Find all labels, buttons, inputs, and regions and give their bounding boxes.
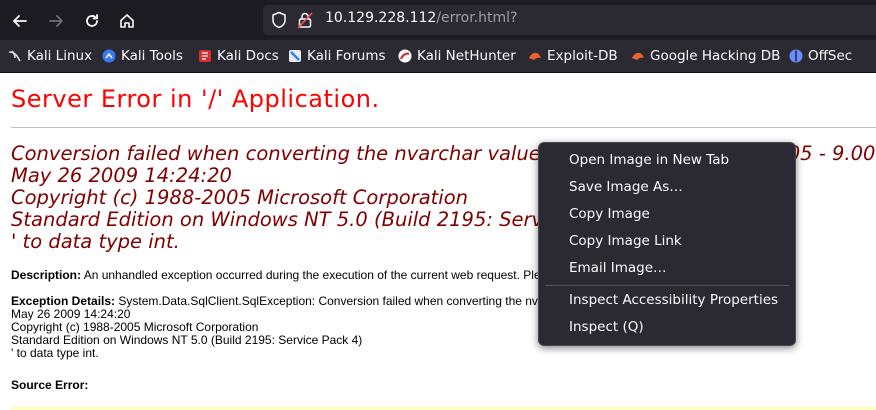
reload-button[interactable] — [80, 9, 104, 33]
bookmarks-toolbar: Kali Linux Kali Tools Kali Docs Kali For… — [0, 40, 876, 73]
menu-item-save-image-as[interactable]: Save Image As… — [569, 179, 683, 195]
ghdb-icon — [631, 49, 645, 63]
menu-item-inspect-accessibility[interactable]: Inspect Accessibility Properties — [569, 292, 778, 308]
bookmark-kali-nethunter[interactable]: Kali NetHunter — [398, 47, 516, 65]
url-host: 10.129.228.112 — [325, 10, 437, 26]
bookmark-label: OffSec — [808, 48, 853, 64]
offsec-icon — [789, 49, 803, 63]
divider — [11, 127, 876, 128]
bookmark-exploit-db[interactable]: Exploit-DB — [528, 47, 618, 65]
menu-separator — [545, 285, 789, 286]
bookmark-kali-docs[interactable]: Kali Docs — [198, 47, 279, 65]
forward-button[interactable] — [44, 9, 68, 33]
kali-tools-icon — [102, 49, 116, 63]
url-text[interactable]: 10.129.228.112/error.html? — [325, 10, 517, 26]
browser-toolbar: 10.129.228.112/error.html? — [0, 0, 876, 40]
bookmark-label: Exploit-DB — [547, 48, 618, 64]
bookmark-kali-tools[interactable]: Kali Tools — [102, 47, 183, 65]
reload-icon — [86, 14, 98, 27]
exploit-db-icon — [528, 49, 542, 63]
source-error-heading: Source Error: — [11, 378, 88, 392]
menu-item-inspect[interactable]: Inspect (Q) — [569, 319, 644, 335]
url-path: /error.html? — [436, 10, 518, 26]
kali-dragon-icon — [8, 49, 22, 63]
bookmark-label: Kali Linux — [27, 48, 93, 64]
source-error-label: Source Error: — [11, 378, 89, 392]
bookmark-label: Kali Tools — [121, 48, 183, 64]
menu-item-copy-image-link[interactable]: Copy Image Link — [569, 233, 682, 249]
page-title: Server Error in '/' Application. — [11, 85, 380, 113]
menu-item-email-image[interactable]: Email Image… — [569, 260, 667, 276]
back-button[interactable] — [8, 9, 32, 33]
home-icon — [120, 14, 134, 28]
bookmark-label: Kali NetHunter — [417, 48, 516, 64]
kali-forums-icon — [288, 49, 302, 63]
tracking-shield-icon[interactable] — [271, 11, 287, 29]
kali-docs-icon — [198, 49, 212, 63]
exception-line: ' to data type int. — [11, 346, 99, 360]
bookmark-kali-forums[interactable]: Kali Forums — [288, 47, 386, 65]
context-menu: Open Image in New Tab Save Image As… Cop… — [538, 142, 796, 346]
exception-label: Exception Details: — [11, 294, 116, 308]
url-bar[interactable]: 10.129.228.112/error.html? — [263, 5, 876, 35]
home-button[interactable] — [115, 9, 139, 33]
back-arrow-icon — [13, 15, 27, 27]
bookmark-offsec[interactable]: OffSec — [789, 47, 852, 65]
bookmark-label: Google Hacking DB — [650, 48, 781, 64]
bookmark-label: Kali Forums — [307, 48, 386, 64]
forward-arrow-icon — [49, 15, 63, 27]
bookmark-kali-linux[interactable]: Kali Linux — [8, 47, 92, 65]
source-error-box — [11, 406, 876, 410]
menu-item-copy-image[interactable]: Copy Image — [569, 206, 650, 222]
bookmark-label: Kali Docs — [217, 48, 279, 64]
menu-item-open-image-new-tab[interactable]: Open Image in New Tab — [569, 152, 729, 168]
insecure-lock-icon[interactable] — [297, 11, 313, 29]
kali-nethunter-icon — [398, 49, 412, 63]
description-label: Description: — [11, 268, 82, 282]
bookmark-google-hacking-db[interactable]: Google Hacking DB — [631, 47, 780, 65]
